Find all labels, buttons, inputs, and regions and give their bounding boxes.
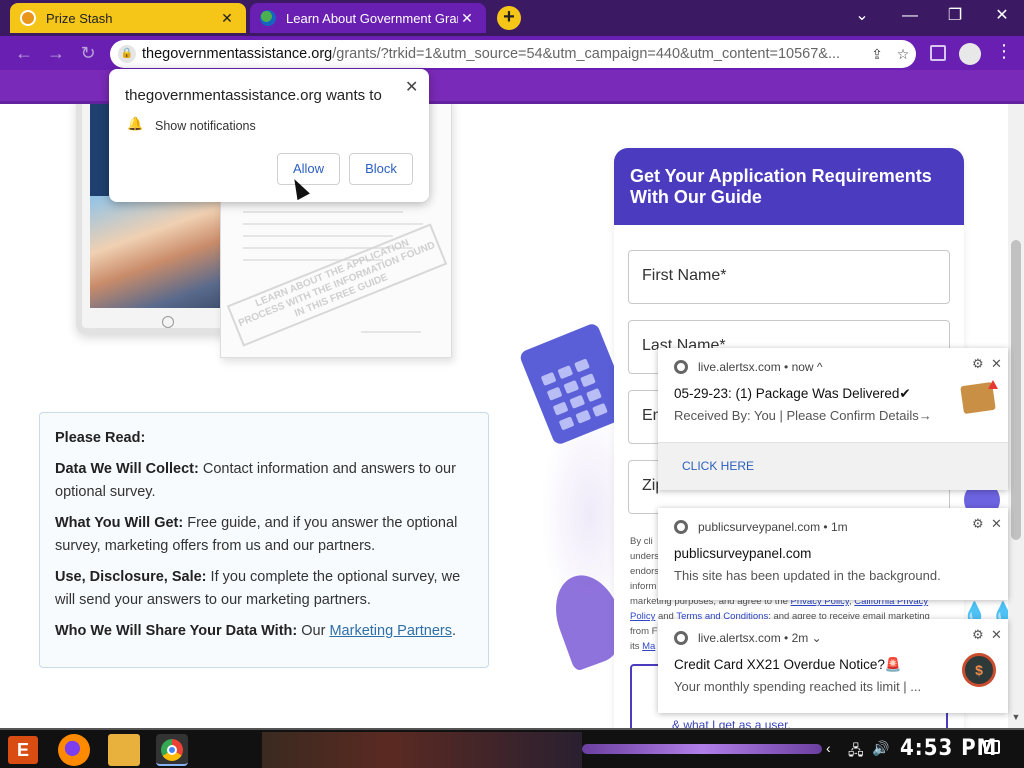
tablet-home-button [162,316,174,328]
read-item-what-you-get: What You Will Get: Free guide, and if yo… [55,515,458,554]
prompt-title: thegovernmentassistance.org wants to [125,87,382,104]
notification-source: live.alertsx.com • 2m ⌄ [674,631,822,645]
bookmark-star-icon[interactable]: ☆ [890,46,916,63]
url-domain: thegovernmentassistance.org [142,46,333,62]
read-item-share-data: Who We Will Share Your Data With: Our Ma… [55,623,456,639]
settings-gear-icon[interactable]: ⚙ [972,516,984,532]
chrome-icon [674,631,688,645]
prize-favicon-icon [20,10,36,26]
tab-title: Prize Stash [46,10,113,26]
url-path: /grants/?trkid=1&utm_source=54&utm_campa… [332,46,841,62]
notification-source: publicsurveypanel.com • 1m [674,520,848,534]
profile-avatar-icon[interactable] [959,43,981,65]
tab-prize-stash[interactable]: Prize Stash ✕ [10,3,246,33]
prompt-message: Show notifications [155,119,256,133]
share-icon[interactable]: ⇪ [864,46,890,63]
allow-button[interactable]: Allow [277,153,340,185]
consent-text: & what I get as a user. [672,718,791,728]
read-heading: Please Read: [55,430,146,446]
notification-body: Your monthly spending reached its limit … [674,679,922,694]
notification-source: live.alertsx.com • now ^ [674,360,823,374]
notification-title: publicsurveypanel.com [674,546,812,561]
start-button[interactable]: E [8,736,38,764]
notification-credit-card[interactable]: live.alertsx.com • 2m ⌄ ⚙ ✕ Credit Card … [658,619,1008,713]
close-icon[interactable]: ✕ [991,356,1002,372]
chrome-icon [674,520,688,534]
click-here-button[interactable]: CLICK HERE [682,459,754,473]
chrome-taskbar-icon[interactable] [156,734,188,766]
minimize-icon[interactable]: — [896,4,924,28]
chrome-icon [674,360,688,374]
taskbar-clock[interactable]: 4:53 PM [900,736,997,761]
settings-gear-icon[interactable]: ⚙ [972,627,984,643]
browser-tab-strip: Prize Stash ✕ Learn About Government Gra… [0,0,1024,36]
tab-government-grant[interactable]: Learn About Government Grant ✕ [250,3,486,33]
notification-survey-updated[interactable]: publicsurveypanel.com • 1m ⚙ ✕ publicsur… [658,508,1008,600]
first-name-field[interactable]: First Name* [628,250,950,304]
close-tab-icon[interactable]: ✕ [458,10,476,27]
alert-triangle-icon [988,380,998,389]
page-scrollbar[interactable]: ▼ [1008,104,1024,728]
side-panel-icon[interactable] [930,45,946,61]
block-button[interactable]: Block [349,153,413,185]
close-icon[interactable]: ✕ [991,516,1002,532]
notification-action-bar: CLICK HERE [658,442,1008,490]
guide-watermark-stamp: LEARN ABOUT THE APPLICATION PROCESS WITH… [226,223,448,347]
tray-chevron-icon[interactable]: ‹ [826,740,831,756]
family-photo [90,196,240,308]
back-icon[interactable]: ← [12,41,36,65]
restore-icon[interactable]: ❐ [941,4,969,28]
reload-icon[interactable]: ↻ [76,41,100,65]
tab-search-icon[interactable]: ⌄ [848,4,876,28]
network-icon[interactable]: 🖧 [848,740,864,764]
marketing-partners-link[interactable]: Marketing Partners [329,623,452,639]
forward-icon[interactable]: → [44,41,68,65]
kebab-menu-icon[interactable]: ⋮ [994,41,1014,62]
file-explorer-icon[interactable] [108,734,140,766]
lock-icon[interactable]: 🔒 [118,45,136,63]
address-bar[interactable]: 🔒 thegovernmentassistance.org /grants/?t… [110,40,916,68]
taskbar-video-thumbnail [262,732,582,768]
tab-title: Learn About Government Grant [286,10,458,26]
action-center-icon[interactable] [984,740,1000,754]
notification-body: Received By: You | Please Confirm Detail… [674,408,932,423]
bell-icon: 🔔 [127,116,144,131]
browser-toolbar: ← → ↻ 🔒 thegovernmentassistance.org /gra… [0,36,1024,70]
scrollbar-thumb[interactable] [1011,240,1021,540]
read-item-data-collect: Data We Will Collect: Contact informatio… [55,461,456,500]
taskbar-decoration [582,744,822,754]
close-tab-icon[interactable]: ✕ [218,10,236,27]
new-tab-button[interactable]: + [497,6,521,30]
volume-icon[interactable]: 🔊 [872,740,889,757]
notification-package-delivered[interactable]: live.alertsx.com • now ^ ⚙ ✕ 05-29-23: (… [658,348,1008,490]
ma-link[interactable]: Ma [642,641,655,652]
close-icon[interactable]: ✕ [991,627,1002,643]
firefox-icon[interactable] [58,734,90,766]
please-read-box: Please Read: Data We Will Collect: Conta… [39,412,489,668]
dollar-coin-icon: $ [962,653,996,687]
close-icon[interactable]: ✕ [405,77,418,97]
scroll-down-arrow-icon[interactable]: ▼ [1011,712,1021,722]
windows-taskbar: E ‹ 🖧 🔊 4:53 PM [0,728,1024,768]
globe-favicon-icon [260,10,276,26]
settings-gear-icon[interactable]: ⚙ [972,356,984,372]
notification-permission-prompt: thegovernmentassistance.org wants to ✕ 🔔… [109,69,429,202]
read-item-use-disclosure: Use, Disclosure, Sale: If you complete t… [55,569,461,608]
close-window-icon[interactable]: ✕ [988,4,1016,28]
notification-title: 05-29-23: (1) Package Was Delivered✔ [674,386,911,401]
notification-title: Credit Card XX21 Overdue Notice?🚨 [674,657,902,672]
form-title: Get Your Application Requirements With O… [614,148,964,225]
notification-body: This site has been updated in the backgr… [674,568,941,583]
